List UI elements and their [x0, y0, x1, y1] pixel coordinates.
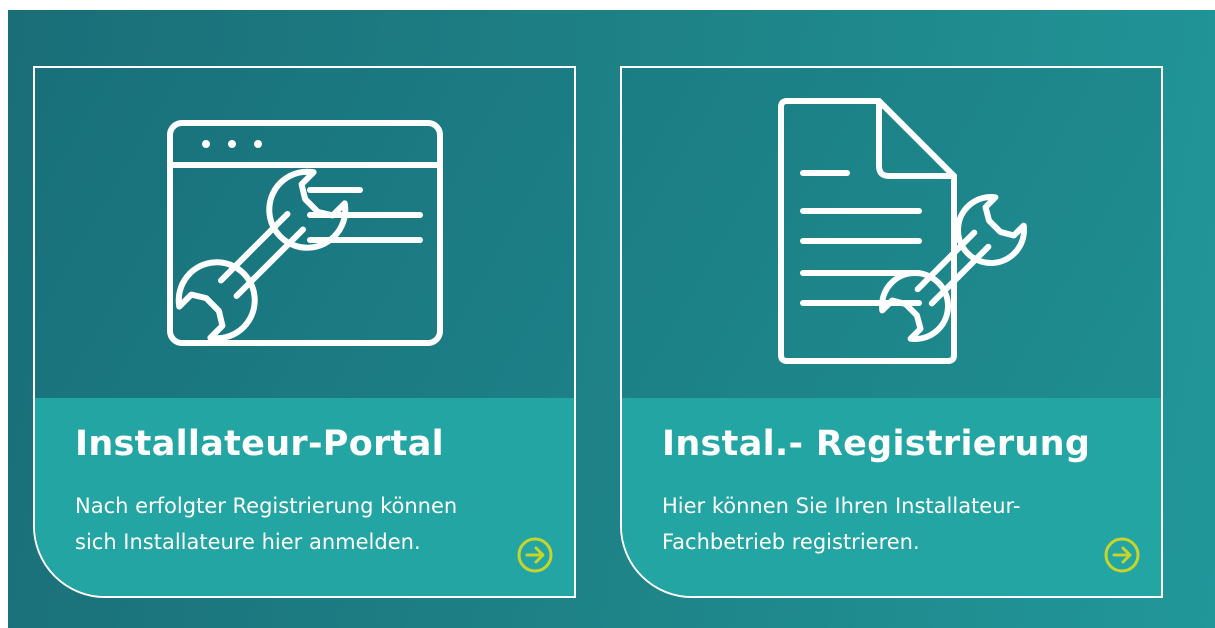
installateur-registrierung-card[interactable]: Instal.- Registrierung Hier können Sie I… [620, 66, 1163, 598]
card-description-line: Nach erfolgter Registrierung können [75, 494, 458, 518]
card-description-line: sich Installateure hier anmelden. [75, 530, 421, 554]
card-description: Nach erfolgter Registrierung können sich… [75, 488, 535, 560]
card-image-area [35, 68, 574, 398]
card-title: Installateur-Portal [75, 424, 444, 464]
arrow-right-circle-icon[interactable] [1103, 536, 1141, 574]
card-description-line: Fachbetrieb registrieren. [662, 530, 920, 554]
browser-wrench-icon [160, 113, 450, 363]
cards-panel: Installateur-Portal Nach erfolgter Regis… [8, 10, 1215, 628]
arrow-right-circle-icon[interactable] [516, 536, 554, 574]
card-description: Hier können Sie Ihren Installateur- Fach… [662, 488, 1122, 560]
card-description-line: Hier können Sie Ihren Installateur- [662, 494, 1021, 518]
card-image-area [622, 68, 1161, 398]
installateur-portal-card[interactable]: Installateur-Portal Nach erfolgter Regis… [33, 66, 576, 598]
card-title: Instal.- Registrierung [662, 424, 1091, 464]
document-wrench-icon [757, 93, 1047, 368]
